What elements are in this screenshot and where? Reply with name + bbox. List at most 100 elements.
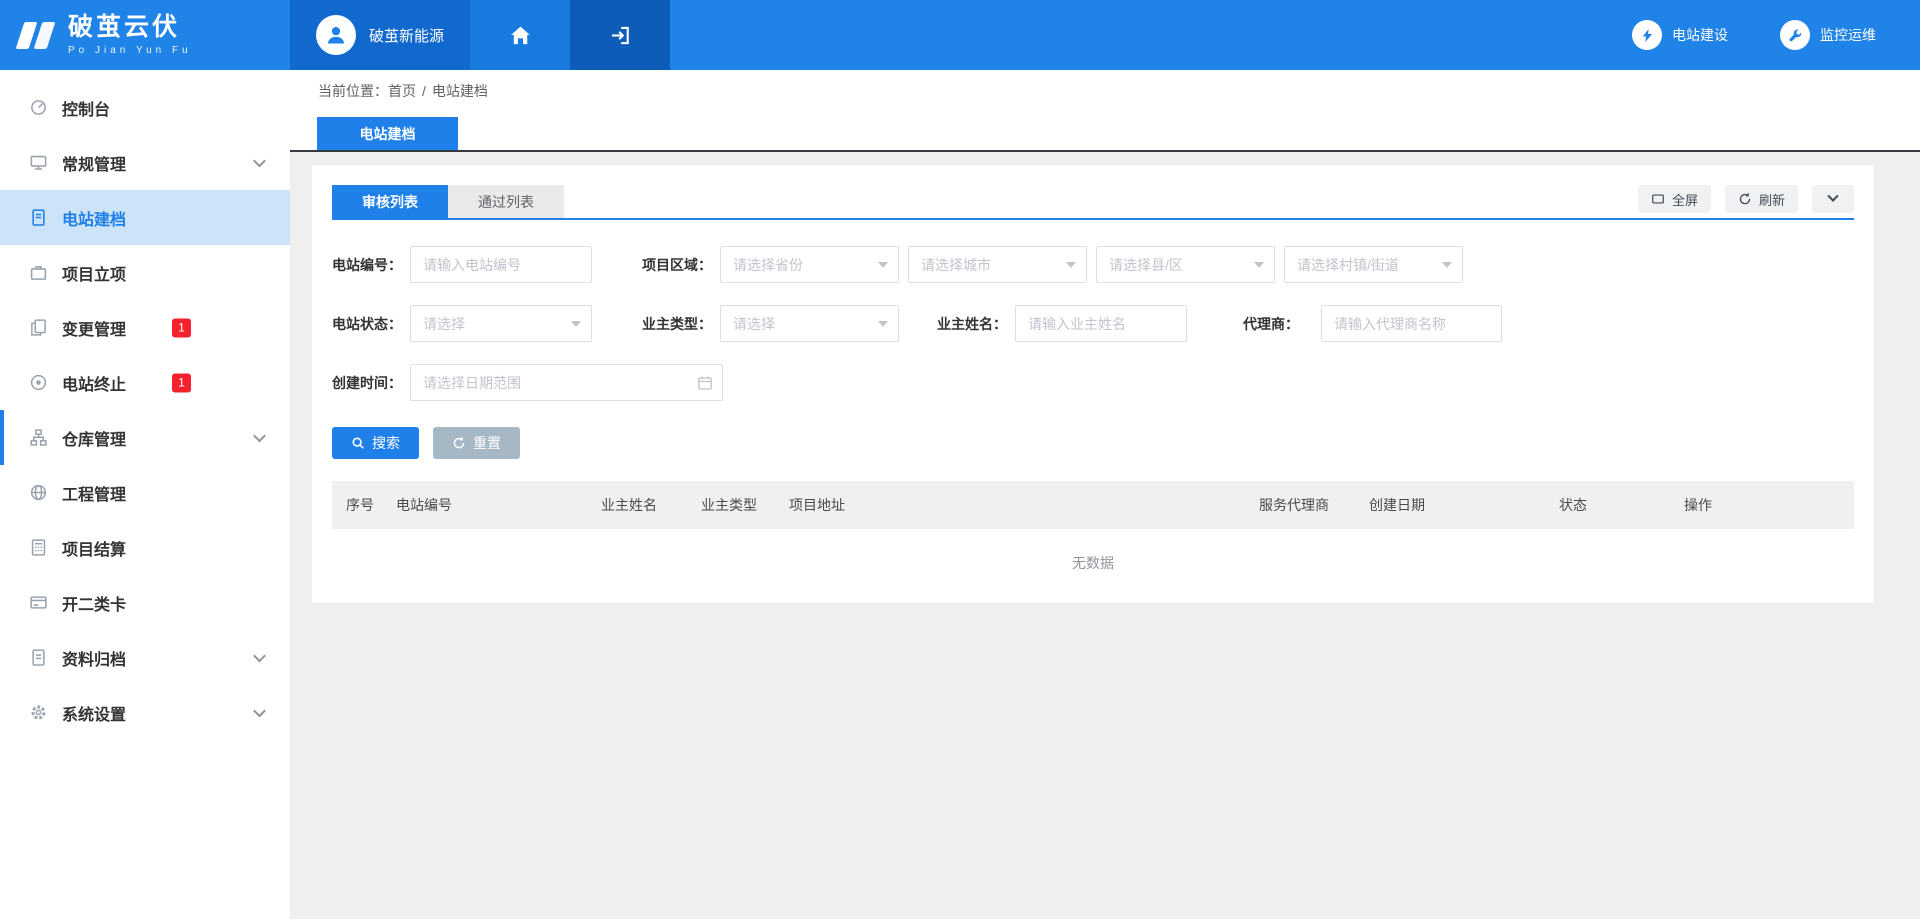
tab-station-archive[interactable]: 电站建档	[317, 117, 458, 150]
document-icon	[28, 208, 48, 228]
page-tab-bar: 电站建档	[290, 112, 1920, 152]
sidebar-item-data-archive[interactable]: 资料归档	[0, 630, 290, 685]
dashboard-icon	[28, 98, 48, 118]
sidebar-item-project-settlement[interactable]: 项目结算	[0, 520, 290, 575]
col-index: 序号	[332, 481, 384, 529]
search-icon	[351, 436, 365, 450]
sidebar-item-console[interactable]: 控制台	[0, 80, 290, 135]
brand-subtitle: Po Jian Yun Fu	[68, 45, 192, 56]
station-status-label: 电站状态：	[332, 314, 410, 334]
active-indicator	[0, 410, 4, 465]
user-avatar	[316, 15, 356, 55]
notification-badge: 1	[172, 373, 191, 392]
region-label: 项目区域：	[642, 255, 720, 275]
sidebar-item-general-management[interactable]: 常规管理	[0, 135, 290, 190]
breadcrumb-separator: /	[422, 83, 426, 99]
main-content: 当前位置： 首页 / 电站建档 电站建档 审核列表 通过列表 全屏	[290, 70, 1920, 919]
home-icon	[509, 24, 532, 47]
sidebar-item-station-archive[interactable]: 电站建档	[0, 190, 290, 245]
tab-passed-list[interactable]: 通过列表	[448, 185, 564, 218]
caret-down-icon	[878, 321, 888, 327]
county-select[interactable]: 请选择县/区	[1096, 246, 1275, 283]
station-status-select[interactable]: 请选择	[410, 305, 592, 342]
agent-input[interactable]	[1321, 305, 1502, 342]
sidebar-item-station-termination[interactable]: 电站终止 1	[0, 355, 290, 410]
list-tabs: 审核列表 通过列表 全屏 刷新	[332, 185, 1854, 220]
col-actions: 操作	[1672, 481, 1854, 529]
logo: 破茧云伏 Po Jian Yun Fu	[0, 0, 290, 70]
col-create-date: 创建日期	[1357, 481, 1547, 529]
gear-icon	[28, 703, 48, 723]
sidebar-item-engineering-management[interactable]: 工程管理	[0, 465, 290, 520]
sidebar-item-change-management[interactable]: 变更管理 1	[0, 300, 290, 355]
nav-label: 电站建设	[1672, 25, 1728, 45]
sidebar-item-warehouse-management[interactable]: 仓库管理	[0, 410, 290, 465]
brand-logo-icon	[20, 22, 56, 49]
lightning-icon	[1632, 20, 1662, 50]
chevron-down-icon	[253, 704, 266, 717]
content-card: 审核列表 通过列表 全屏 刷新	[312, 165, 1874, 603]
sidebar-item-open-type2-card[interactable]: 开二类卡	[0, 575, 290, 630]
owner-name-label: 业主姓名：	[937, 314, 1015, 334]
town-select[interactable]: 请选择村镇/街道	[1284, 246, 1463, 283]
chevron-down-icon	[253, 429, 266, 442]
briefcase-icon	[28, 263, 48, 283]
company-name: 破茧新能源	[369, 25, 444, 46]
chevron-down-icon	[253, 649, 266, 662]
refresh-icon	[1738, 192, 1752, 206]
refresh-button[interactable]: 刷新	[1725, 185, 1798, 213]
chevron-down-icon	[1827, 191, 1838, 202]
reset-button[interactable]: 重置	[433, 427, 520, 459]
calendar-icon	[697, 375, 713, 391]
person-icon	[325, 24, 347, 46]
stop-circle-icon	[28, 373, 48, 393]
col-station-no: 电站编号	[384, 481, 589, 529]
brand-title: 破茧云伏	[68, 14, 192, 42]
empty-state: 无数据	[332, 529, 1854, 587]
station-no-input[interactable]	[410, 246, 592, 283]
sidebar-item-system-settings[interactable]: 系统设置	[0, 685, 290, 740]
collapse-filters-button[interactable]	[1812, 185, 1854, 213]
notification-badge: 1	[172, 318, 191, 337]
agent-label: 代理商：	[1243, 314, 1321, 334]
breadcrumb-home[interactable]: 首页	[388, 81, 416, 101]
date-range-input[interactable]	[410, 364, 723, 401]
logout-button[interactable]	[570, 0, 670, 70]
calculator-icon	[28, 538, 48, 558]
search-button[interactable]: 搜索	[332, 427, 419, 459]
sitemap-icon	[28, 428, 48, 448]
col-status: 状态	[1547, 481, 1672, 529]
monitor-icon	[28, 153, 48, 173]
globe-icon	[28, 483, 48, 503]
chevron-down-icon	[253, 154, 266, 167]
user-menu[interactable]: 破茧新能源	[290, 0, 470, 70]
logout-icon	[610, 25, 631, 46]
home-button[interactable]	[470, 0, 570, 70]
fullscreen-icon	[1651, 192, 1665, 206]
province-select[interactable]: 请选择省份	[720, 246, 899, 283]
caret-down-icon	[878, 262, 888, 268]
nav-label: 监控运维	[1820, 25, 1876, 45]
tab-review-list[interactable]: 审核列表	[332, 185, 448, 218]
table-header-row: 序号 电站编号 业主姓名 业主类型 项目地址 服务代理商 创建日期 状态 操作	[332, 481, 1854, 529]
sidebar-item-project-initiation[interactable]: 项目立项	[0, 245, 290, 300]
caret-down-icon	[1066, 262, 1076, 268]
col-owner-name: 业主姓名	[589, 481, 689, 529]
owner-type-label: 业主类型：	[642, 314, 720, 334]
copy-icon	[28, 318, 48, 338]
owner-name-input[interactable]	[1015, 305, 1187, 342]
caret-down-icon	[1254, 262, 1264, 268]
create-time-label: 创建时间：	[332, 373, 410, 393]
caret-down-icon	[571, 321, 581, 327]
city-select[interactable]: 请选择城市	[908, 246, 1087, 283]
station-no-label: 电站编号：	[332, 255, 410, 275]
card-icon	[28, 593, 48, 613]
nav-station-construction[interactable]: 电站建设	[1632, 20, 1728, 50]
fullscreen-button[interactable]: 全屏	[1638, 185, 1711, 213]
wrench-icon	[1780, 20, 1810, 50]
owner-type-select[interactable]: 请选择	[720, 305, 899, 342]
caret-down-icon	[1442, 262, 1452, 268]
col-service-agent: 服务代理商	[1247, 481, 1357, 529]
nav-monitoring-ops[interactable]: 监控运维	[1780, 20, 1876, 50]
reset-icon	[452, 436, 466, 450]
